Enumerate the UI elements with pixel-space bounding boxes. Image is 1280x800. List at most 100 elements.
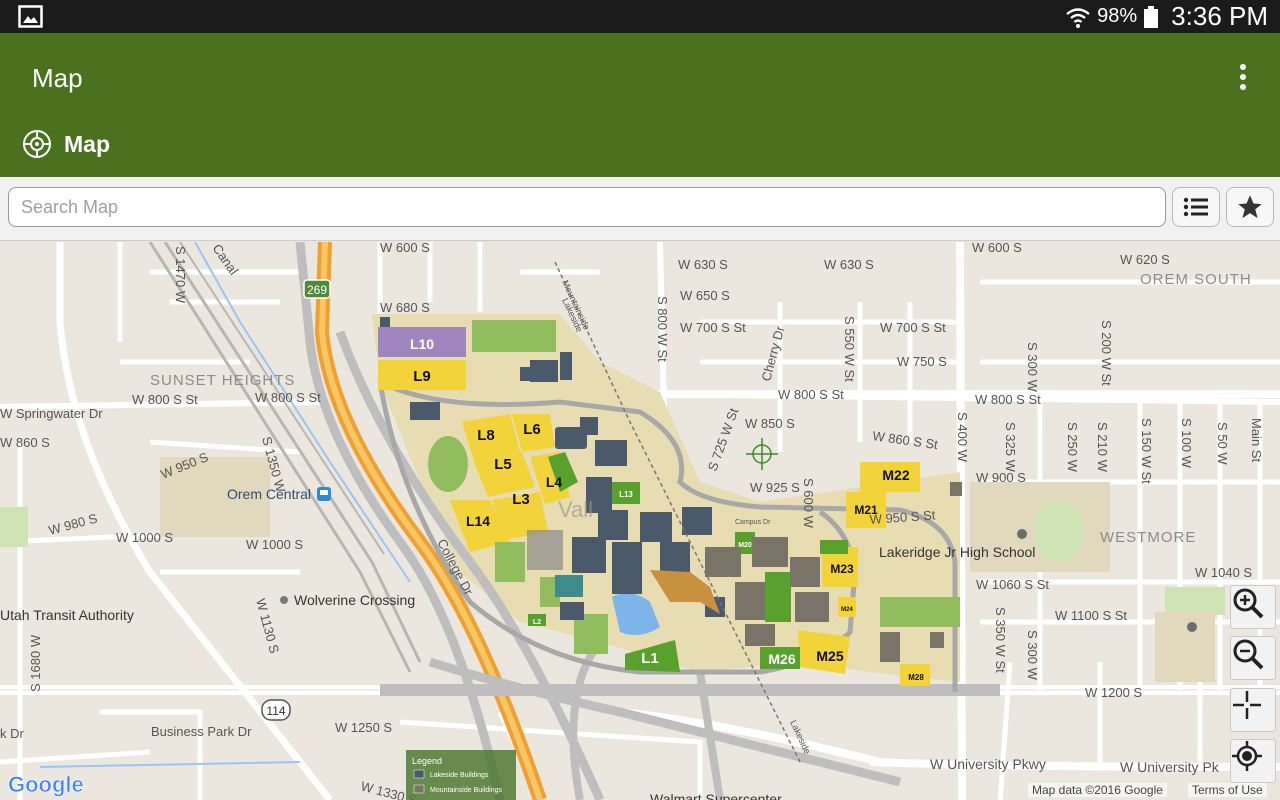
map-canvas[interactable]: 269 114 W 600 S W 630 S W 630 S W 600 S … [0,242,1280,800]
street-label: W 620 S [1120,252,1170,267]
place-pin-icon [280,596,288,604]
place-label: Orem Central [227,486,311,502]
search-bar [0,177,1280,241]
zoom-in-icon [1233,588,1264,619]
street-label: Lakeside [788,719,812,756]
route-114-shield: 114 [261,699,291,721]
street-label: W 800 S St [255,390,321,405]
street-label: S 200 W St [1099,320,1114,386]
crosshair-button[interactable] [1230,688,1276,732]
street-label: S 325 W [1003,422,1018,473]
street-label: S 50 W [1215,422,1230,465]
street-label: S 300 W [1025,342,1040,393]
street-label: Cherry Dr [758,324,787,383]
street-label: W 1000 S [116,530,173,545]
street-label: S 100 W [1179,418,1194,469]
street-label: W 680 S [380,300,430,315]
status-bar: 98% 3:36 PM [0,0,1280,33]
street-label: W 800 S St [975,392,1041,407]
lot-label: M21 [854,503,878,517]
street-label: S 550 W St [842,316,857,382]
gallery-icon [18,5,43,28]
street-label: Campus Dr [735,519,771,526]
place-label: Utah Transit Authority [0,607,134,623]
street-label: W 1000 S [246,537,303,552]
google-logo: Google [8,772,84,797]
zoom-out-button[interactable] [1230,636,1276,680]
street-label: W 800 S St [132,392,198,407]
terms-of-use-link[interactable]: Terms of Use [1188,783,1267,797]
zoom-in-button[interactable] [1230,585,1276,629]
my-location-button[interactable] [1230,739,1276,783]
street-label: W 980 S [47,510,99,537]
lot-label: M20 [738,542,752,549]
ucc-center [527,530,563,570]
lot-label: L10 [410,336,434,352]
street-label: S 1470 W [173,246,188,304]
street-label: W 925 S [750,480,800,495]
wifi-icon [1066,7,1090,28]
street-label: W 600 S [380,242,430,255]
street-label: W 700 S St [680,320,746,335]
street-label: W 630 S [678,257,728,272]
compass-icon [23,130,51,158]
school-pin-icon [1017,529,1027,539]
school-pin-icon [1187,622,1197,632]
route-269-shield: 269 [303,279,331,299]
favorites-button[interactable] [1226,187,1274,227]
app-bar: Map Map [0,33,1280,177]
street-label: W 750 S [897,354,947,369]
neighborhood-label: WESTMORE [1100,529,1196,546]
street-label: W 860 S [0,435,50,450]
lot-label: M28 [908,673,924,682]
street-label: W 600 S [972,242,1022,255]
clock: 3:36 PM [1171,1,1268,31]
my-location-icon [1232,741,1262,771]
street-label: W 1200 S [1085,685,1142,700]
lot-label: L5 [494,456,512,473]
svg-text:269: 269 [307,283,327,297]
lot-label: M25 [816,648,843,664]
app-title: Map [32,63,83,93]
street-label: Main St [1249,418,1264,462]
transit-building [555,575,583,597]
crosshair-icon [1233,691,1261,719]
canal-south [39,761,301,768]
street-label: S 1680 W [28,634,43,692]
street-label: W 1130 S [253,597,282,655]
street-label: S 725 W St [705,406,742,473]
transit-station-icon [317,487,331,501]
legend-title: Legend [412,756,442,766]
street-label: S 400 W [955,412,970,463]
street-label: W 1060 S St [976,577,1049,592]
street-label: W 900 S [976,470,1026,485]
street-label: S 300 W [1025,630,1040,681]
campus-map[interactable]: 269 114 W 600 S W 630 S W 630 S W 600 S … [0,242,1280,800]
lot-label: L4 [546,474,563,490]
lot-label: M23 [830,562,854,576]
battery-percent: 98% [1097,5,1138,27]
list-icon [1183,197,1208,217]
place-label: Walmart Supercenter [650,791,782,800]
search-input[interactable] [8,187,1166,227]
street-label: S 600 W [801,478,816,529]
section-header[interactable]: Map [22,129,110,159]
street-label: W University Pk [1120,759,1220,775]
street-label: W 850 S [745,416,795,431]
lot-label: M22 [882,467,909,483]
lot-label: L9 [413,368,431,385]
street-label: S 210 W [1095,422,1110,473]
lot-label: L2 [533,619,541,626]
street-label: Business Park Dr [151,724,252,739]
lot-label: L13 [619,490,633,499]
street-label: k Dr [0,726,25,741]
lot-label: L1 [641,650,659,667]
overflow-menu-icon[interactable] [1236,63,1250,91]
street-label: S 350 W St [993,607,1008,673]
legend-item: Lakeside Buildings [430,772,489,779]
place-label: Wolverine Crossing [294,592,415,608]
street-label: W 630 S [824,257,874,272]
street-label: W 1040 S [1195,565,1252,580]
list-button[interactable] [1172,187,1220,227]
place-label: Lakeridge Jr High School [879,544,1035,560]
